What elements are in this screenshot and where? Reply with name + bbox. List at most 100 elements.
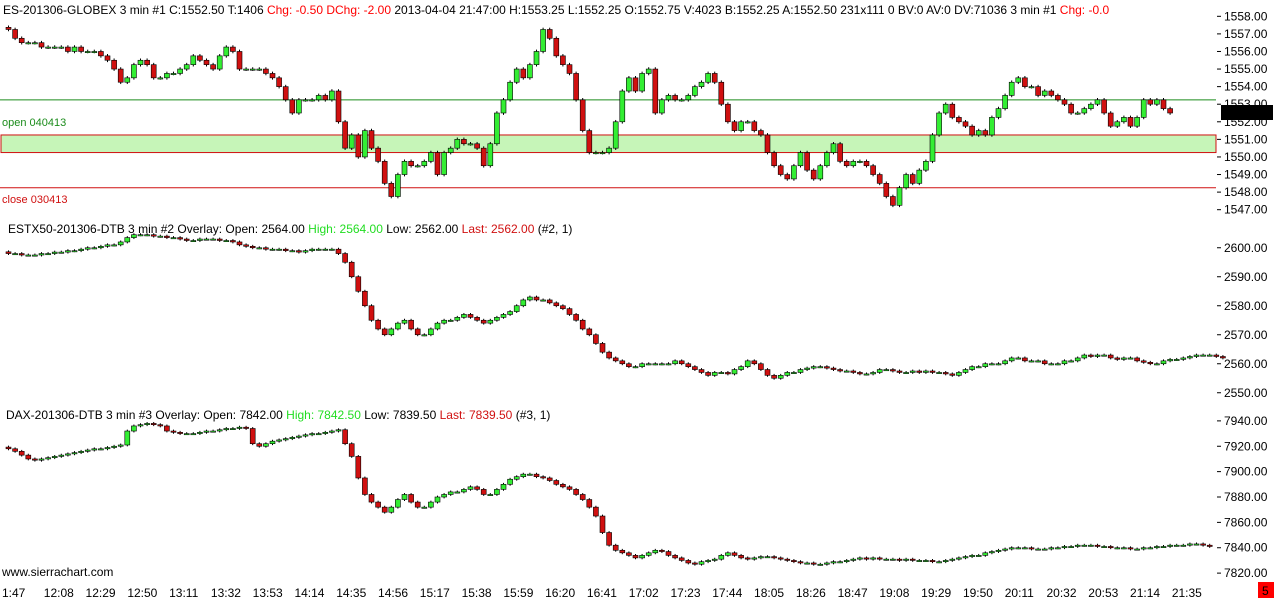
es-candle[interactable] xyxy=(507,80,513,102)
es-candle[interactable] xyxy=(546,27,553,41)
dax-candle[interactable] xyxy=(494,487,500,496)
es-candle[interactable] xyxy=(626,76,632,93)
es-candle[interactable] xyxy=(711,71,718,85)
es-candle[interactable] xyxy=(401,159,408,177)
es-candle[interactable] xyxy=(480,146,487,168)
es-candle[interactable] xyxy=(454,137,461,150)
es-candle[interactable] xyxy=(131,62,137,80)
estx50-candle[interactable] xyxy=(348,260,355,279)
es-candle[interactable] xyxy=(837,141,843,164)
es-candle[interactable] xyxy=(434,150,441,177)
estx50-candle[interactable] xyxy=(599,342,606,354)
es-candle[interactable] xyxy=(1160,97,1167,111)
dax-candle[interactable] xyxy=(606,531,612,547)
dax-candle[interactable] xyxy=(348,442,355,458)
estx50-candle[interactable] xyxy=(408,318,414,331)
es-candle[interactable] xyxy=(639,71,645,93)
chart-canvas[interactable]: ES-201306-GLOBEX 3 min #1 C:1552.50 T:14… xyxy=(0,0,1276,600)
es-candle[interactable] xyxy=(923,159,929,172)
es-candle[interactable] xyxy=(969,124,975,137)
es-candle[interactable] xyxy=(388,181,395,199)
es-candle[interactable] xyxy=(1068,102,1074,115)
es-candle[interactable] xyxy=(533,49,540,67)
es-candle[interactable] xyxy=(12,27,18,41)
dax-candle[interactable] xyxy=(131,424,137,433)
estx50-candle[interactable] xyxy=(744,359,751,369)
es-candle[interactable] xyxy=(1127,115,1134,129)
es-candle[interactable] xyxy=(883,181,890,199)
es-candle[interactable] xyxy=(942,102,949,115)
es-candle[interactable] xyxy=(335,89,342,124)
es-candle[interactable] xyxy=(791,163,797,181)
es-candle[interactable] xyxy=(362,128,368,159)
es-candle[interactable] xyxy=(731,119,738,133)
es-candle[interactable] xyxy=(282,84,289,102)
es-candle[interactable] xyxy=(751,119,758,133)
es-candle[interactable] xyxy=(619,89,626,124)
es-candle[interactable] xyxy=(936,111,942,137)
es-candle[interactable] xyxy=(876,172,883,186)
es-candle[interactable] xyxy=(566,62,573,76)
estx50-candle[interactable] xyxy=(586,327,593,337)
es-candle[interactable] xyxy=(355,133,362,159)
es-candle[interactable] xyxy=(342,119,348,150)
dax-candle[interactable] xyxy=(434,495,441,504)
dax-candle[interactable] xyxy=(388,505,395,514)
es-candle[interactable] xyxy=(718,80,725,107)
estx50-candle[interactable] xyxy=(579,318,586,331)
estx50-candle[interactable] xyxy=(764,368,771,377)
es-candle[interactable] xyxy=(368,128,375,150)
es-candle[interactable] xyxy=(916,168,923,186)
time-axis[interactable]: 1:47 12:08 12:29 12:50 13:11 13:32 13:53 14:14 1… xyxy=(2,586,1202,600)
dax-candle[interactable] xyxy=(593,505,599,518)
es-candle[interactable] xyxy=(777,163,784,177)
es-candle[interactable] xyxy=(903,172,909,190)
estx50-candle[interactable] xyxy=(355,275,362,293)
es-candle[interactable] xyxy=(573,71,579,102)
estx50-candle[interactable] xyxy=(428,327,434,337)
dax-candle[interactable] xyxy=(480,487,487,496)
es-candle[interactable] xyxy=(705,71,711,85)
es-candle[interactable] xyxy=(276,76,282,89)
es-candle[interactable] xyxy=(949,102,956,120)
es-candle[interactable] xyxy=(771,150,777,168)
es-candle[interactable] xyxy=(329,89,335,102)
es-candle[interactable] xyxy=(487,141,494,168)
estx50-candle[interactable] xyxy=(606,350,612,360)
dax-candle[interactable] xyxy=(408,493,414,504)
estx50-candle[interactable] xyxy=(573,313,579,322)
dax-candle[interactable] xyxy=(164,424,170,433)
es-candle[interactable] xyxy=(797,150,804,168)
es-candle[interactable] xyxy=(428,150,434,164)
es-candle[interactable] xyxy=(929,133,936,164)
es-candle[interactable] xyxy=(236,49,243,71)
es-candle[interactable] xyxy=(375,146,381,164)
es-candle[interactable] xyxy=(817,163,824,181)
dax-candle[interactable] xyxy=(124,429,131,447)
dax-candle[interactable] xyxy=(375,500,381,509)
es-candle[interactable] xyxy=(804,150,810,172)
dax-candle[interactable] xyxy=(428,500,434,509)
estx50-candle[interactable] xyxy=(593,333,599,345)
estx50-candle[interactable] xyxy=(381,327,388,337)
es-candle[interactable] xyxy=(1035,84,1041,98)
es-candle[interactable] xyxy=(348,133,355,150)
es-candle[interactable] xyxy=(909,172,916,186)
es-candle[interactable] xyxy=(381,159,388,186)
estx50-candle[interactable] xyxy=(520,298,527,308)
dax-candle[interactable] xyxy=(573,487,579,496)
es-candle[interactable] xyxy=(441,150,447,177)
es-candle[interactable] xyxy=(579,97,586,133)
es-candle[interactable] xyxy=(1002,93,1008,111)
es-candle[interactable] xyxy=(494,111,500,146)
dax-candle[interactable] xyxy=(395,498,401,509)
corner-badge[interactable]: 5 xyxy=(1258,582,1274,598)
es-candle[interactable] xyxy=(560,54,566,67)
es-candle[interactable] xyxy=(764,133,771,155)
es-candle[interactable] xyxy=(612,119,619,150)
dax-candle[interactable] xyxy=(342,428,348,446)
estx50-candle[interactable] xyxy=(434,321,441,331)
es-candle[interactable] xyxy=(1008,80,1015,98)
estx50-candle[interactable] xyxy=(375,318,381,331)
dax-candle[interactable] xyxy=(414,500,421,509)
